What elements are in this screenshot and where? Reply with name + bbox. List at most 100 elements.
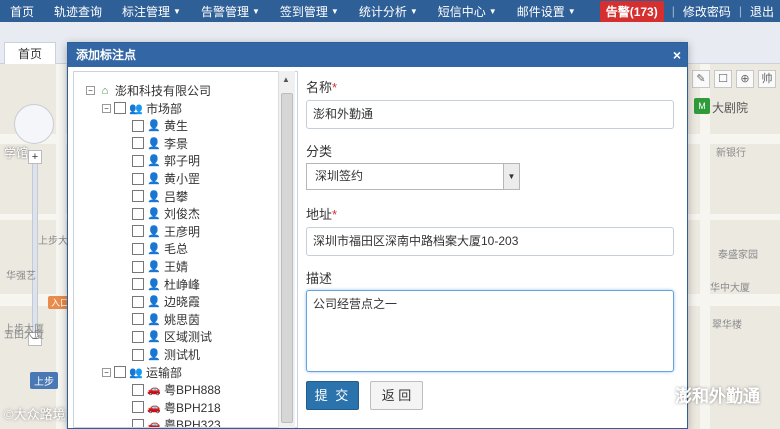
- scroll-thumb[interactable]: [281, 93, 293, 423]
- person-icon: 👤: [147, 313, 161, 326]
- tree-label: 粤BPH218: [164, 400, 221, 415]
- category-select[interactable]: 深圳签约 ▼: [306, 163, 520, 190]
- close-icon[interactable]: ×: [673, 43, 681, 67]
- checkbox[interactable]: [132, 330, 144, 343]
- map-label: 华中大厦: [710, 283, 750, 294]
- person-icon: 👤: [147, 120, 161, 133]
- checkbox[interactable]: [132, 119, 144, 132]
- logout-link[interactable]: 退出: [744, 3, 780, 20]
- checkbox[interactable]: [132, 154, 144, 167]
- change-password-link[interactable]: 修改密码: [677, 3, 737, 20]
- checkbox[interactable]: [132, 225, 144, 238]
- nav-item-track[interactable]: 轨迹查询: [44, 3, 112, 20]
- tree-member[interactable]: 👤 刘俊杰: [132, 205, 200, 222]
- nav-item-alarms[interactable]: 告警管理 ▼: [191, 3, 270, 20]
- name-field[interactable]: 澎和外勤通: [306, 100, 674, 129]
- checkbox[interactable]: [132, 348, 144, 361]
- scroll-up-icon[interactable]: ▲: [282, 75, 290, 84]
- map-tool-icon[interactable]: ☐: [714, 70, 732, 88]
- map-tool-icon[interactable]: ⊕: [736, 70, 754, 88]
- checkbox[interactable]: [132, 207, 144, 220]
- map-label: 五田大厦: [4, 330, 44, 341]
- nav-item-home[interactable]: 首页: [0, 3, 44, 20]
- nav-label: 统计分析: [358, 4, 407, 19]
- person-icon: 👤: [147, 190, 161, 203]
- map-pan-control[interactable]: [14, 104, 54, 144]
- group-icon: 👥: [129, 366, 143, 379]
- nav-item-mail[interactable]: 邮件设置 ▼: [507, 3, 586, 20]
- collapse-icon[interactable]: −: [102, 103, 111, 113]
- map-label: 泰盛家园: [718, 250, 758, 261]
- nav-label: 标注管理: [122, 4, 171, 19]
- collapse-icon[interactable]: −: [102, 367, 111, 377]
- tree-group[interactable]: − 👥 市场部: [102, 100, 182, 117]
- nav-label: 签到管理: [279, 4, 328, 19]
- checkbox[interactable]: [132, 401, 144, 414]
- tree-member[interactable]: 👤 毛总: [132, 240, 188, 257]
- tree-member[interactable]: 👤 姚思茵: [132, 311, 200, 328]
- tree-member[interactable]: 👤 黄小罡: [132, 170, 200, 187]
- tree-member[interactable]: 👤 王彦明: [132, 223, 200, 240]
- name-label: 名称*: [306, 77, 337, 96]
- tree-member[interactable]: 👤 黄生: [132, 117, 188, 134]
- group-icon: 👥: [129, 102, 143, 115]
- collapse-icon[interactable]: −: [86, 86, 95, 95]
- nav-label: 首页: [10, 4, 35, 19]
- nav-label: 轨迹查询: [54, 4, 103, 19]
- tree-label: 黄小罡: [164, 172, 201, 186]
- nav-item-sms[interactable]: 短信中心 ▼: [428, 3, 507, 20]
- nav-label: 告警管理: [200, 4, 249, 19]
- address-field[interactable]: 深圳市福田区深南中路档案大厦10-203: [306, 227, 674, 256]
- checkbox[interactable]: [132, 260, 144, 273]
- tree-vehicle[interactable]: 🚗 粤BPH888: [132, 381, 221, 398]
- checkbox[interactable]: [132, 295, 144, 308]
- tree-scrollbar[interactable]: ▲: [278, 71, 295, 428]
- checkbox[interactable]: [114, 366, 126, 379]
- tree-root[interactable]: − ⌂ 澎和科技有限公司: [86, 82, 211, 99]
- map-label: 新银行: [716, 148, 746, 159]
- back-button[interactable]: 返 回: [370, 381, 423, 410]
- tree-member[interactable]: 👤 王婧: [132, 258, 188, 275]
- checkbox[interactable]: [114, 102, 126, 115]
- checkbox[interactable]: [132, 313, 144, 326]
- tree-member[interactable]: 👤 测试机: [132, 346, 200, 363]
- caret-down-icon: ▼: [330, 6, 339, 16]
- checkbox[interactable]: [132, 418, 144, 427]
- map-label: 华强艺: [6, 271, 36, 282]
- checkbox[interactable]: [132, 137, 144, 150]
- checkbox[interactable]: [132, 190, 144, 203]
- nav-item-markers[interactable]: 标注管理 ▼: [112, 3, 191, 20]
- pin-icon[interactable]: ✎: [692, 70, 710, 88]
- zoom-slider[interactable]: [32, 164, 38, 334]
- caret-down-icon: ▼: [409, 6, 418, 16]
- map-label: 上步大: [38, 236, 68, 247]
- tree-label: 粤BPH888: [164, 383, 221, 398]
- chevron-down-icon[interactable]: ▼: [503, 164, 519, 189]
- checkbox[interactable]: [132, 278, 144, 291]
- zoom-in-button[interactable]: +: [28, 150, 42, 164]
- map-credit: ©大众路境: [4, 407, 66, 422]
- tab-home[interactable]: 首页: [4, 42, 56, 64]
- tree-group[interactable]: − 👥 运输部: [102, 364, 182, 381]
- metro-icon: M: [694, 98, 710, 114]
- tree-member[interactable]: 👤 李景: [132, 135, 188, 152]
- submit-button[interactable]: 提 交: [306, 381, 359, 410]
- map-tool-icon[interactable]: 帅: [758, 70, 776, 88]
- alarm-badge[interactable]: 告警(173): [599, 0, 664, 22]
- tree-member[interactable]: 👤 郭子明: [132, 152, 200, 169]
- nav-item-checkin[interactable]: 签到管理 ▼: [270, 3, 349, 20]
- tree-member[interactable]: 👤 区域测试: [132, 328, 212, 345]
- description-textarea[interactable]: 公司经营点之一: [306, 290, 674, 372]
- tree-member[interactable]: 👤 边晓霞: [132, 293, 200, 310]
- tree-vehicle[interactable]: 🚗 粤BPH323: [132, 416, 221, 427]
- tree-member[interactable]: 👤 杜峥峰: [132, 276, 200, 293]
- person-icon: 👤: [147, 137, 161, 150]
- person-icon: 👤: [147, 278, 161, 291]
- tree-member[interactable]: 👤 吕攀: [132, 188, 188, 205]
- nav-item-stats[interactable]: 统计分析 ▼: [349, 3, 428, 20]
- checkbox[interactable]: [132, 242, 144, 255]
- checkbox[interactable]: [132, 172, 144, 185]
- checkbox[interactable]: [132, 383, 144, 396]
- tree-vehicle[interactable]: 🚗 粤BPH218: [132, 399, 221, 416]
- nav-separator: |: [738, 4, 742, 18]
